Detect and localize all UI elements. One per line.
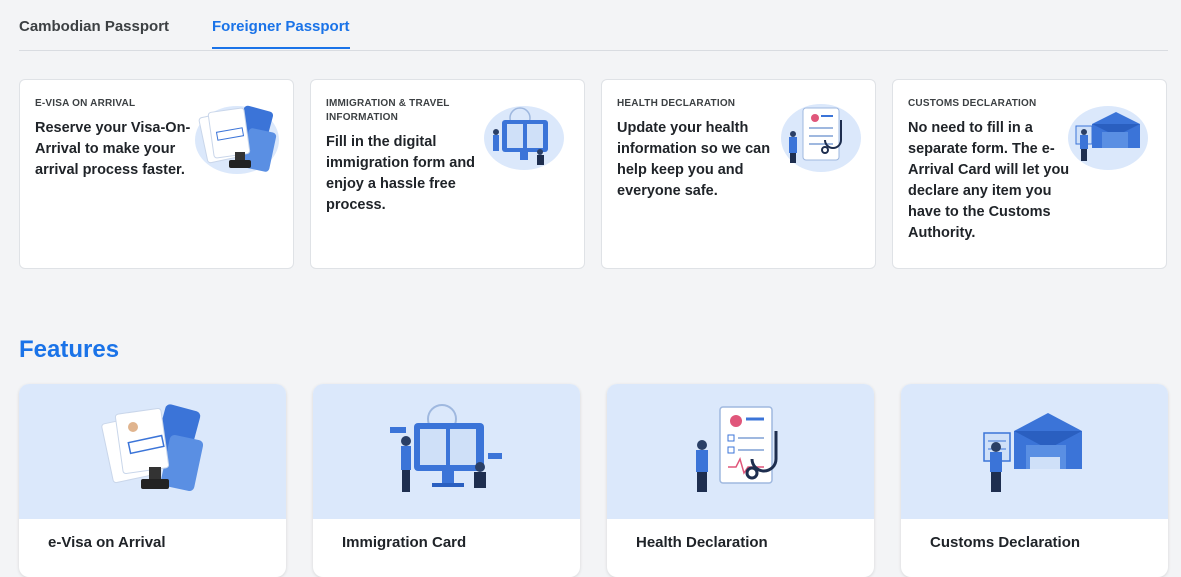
feature-card-immigration[interactable]: Immigration Card <box>313 384 580 577</box>
feature-illustration <box>901 384 1168 519</box>
feature-card-label: Health Declaration <box>636 534 768 551</box>
feature-card-health[interactable]: Health Declaration <box>607 384 874 577</box>
feature-card-label: Customs Declaration <box>930 534 1081 551</box>
immigration-form-icon <box>389 403 502 492</box>
info-card-category: IMMIGRATION & TRAVEL INFORMATION <box>326 98 450 123</box>
info-card-immigration[interactable]: IMMIGRATION & TRAVEL INFORMATION Fill in… <box>310 79 585 269</box>
feature-illustration <box>607 384 874 519</box>
feature-card-label: Immigration Card <box>342 534 467 551</box>
immigration-form-icon <box>480 102 566 179</box>
passport-tabs: Cambodian Passport Foreigner Passport <box>19 0 1168 51</box>
info-card-description: Reserve your Visa-On- Arrival to make yo… <box>35 120 191 178</box>
health-stethoscope-icon <box>695 405 777 492</box>
features-heading: Features <box>19 336 120 363</box>
visa-stamp-icon <box>189 100 281 183</box>
feature-illustration <box>313 384 580 519</box>
info-card-category: E-VISA ON ARRIVAL <box>35 98 136 109</box>
customs-boxes-icon <box>1062 102 1150 179</box>
tab-foreigner-passport[interactable]: Foreigner Passport <box>212 18 350 49</box>
visa-stamp-icon <box>100 403 203 491</box>
info-card-description: Update your health information so we can… <box>617 120 771 199</box>
info-card-customs[interactable]: CUSTOMS DECLARATION No need to fill in a… <box>892 79 1167 269</box>
health-stethoscope-icon <box>775 100 863 181</box>
info-card-description: Fill in the digital immigration form and… <box>326 134 476 213</box>
feature-card-customs[interactable]: Customs Declaration <box>901 384 1168 577</box>
info-card-category: HEALTH DECLARATION <box>617 98 736 109</box>
customs-boxes-icon <box>982 412 1082 492</box>
feature-illustration <box>19 384 286 519</box>
feature-card-label: e-Visa on Arrival <box>48 534 166 551</box>
info-card-description: No need to fill in a separate form. The … <box>908 120 1070 241</box>
info-card-health[interactable]: HEALTH DECLARATION Update your health in… <box>601 79 876 269</box>
info-card-evisa[interactable]: E-VISA ON ARRIVAL Reserve your Visa-On- … <box>19 79 294 269</box>
tab-cambodian-passport[interactable]: Cambodian Passport <box>19 18 169 47</box>
feature-card-evisa[interactable]: e-Visa on Arrival <box>19 384 286 577</box>
info-card-category: CUSTOMS DECLARATION <box>908 98 1037 109</box>
